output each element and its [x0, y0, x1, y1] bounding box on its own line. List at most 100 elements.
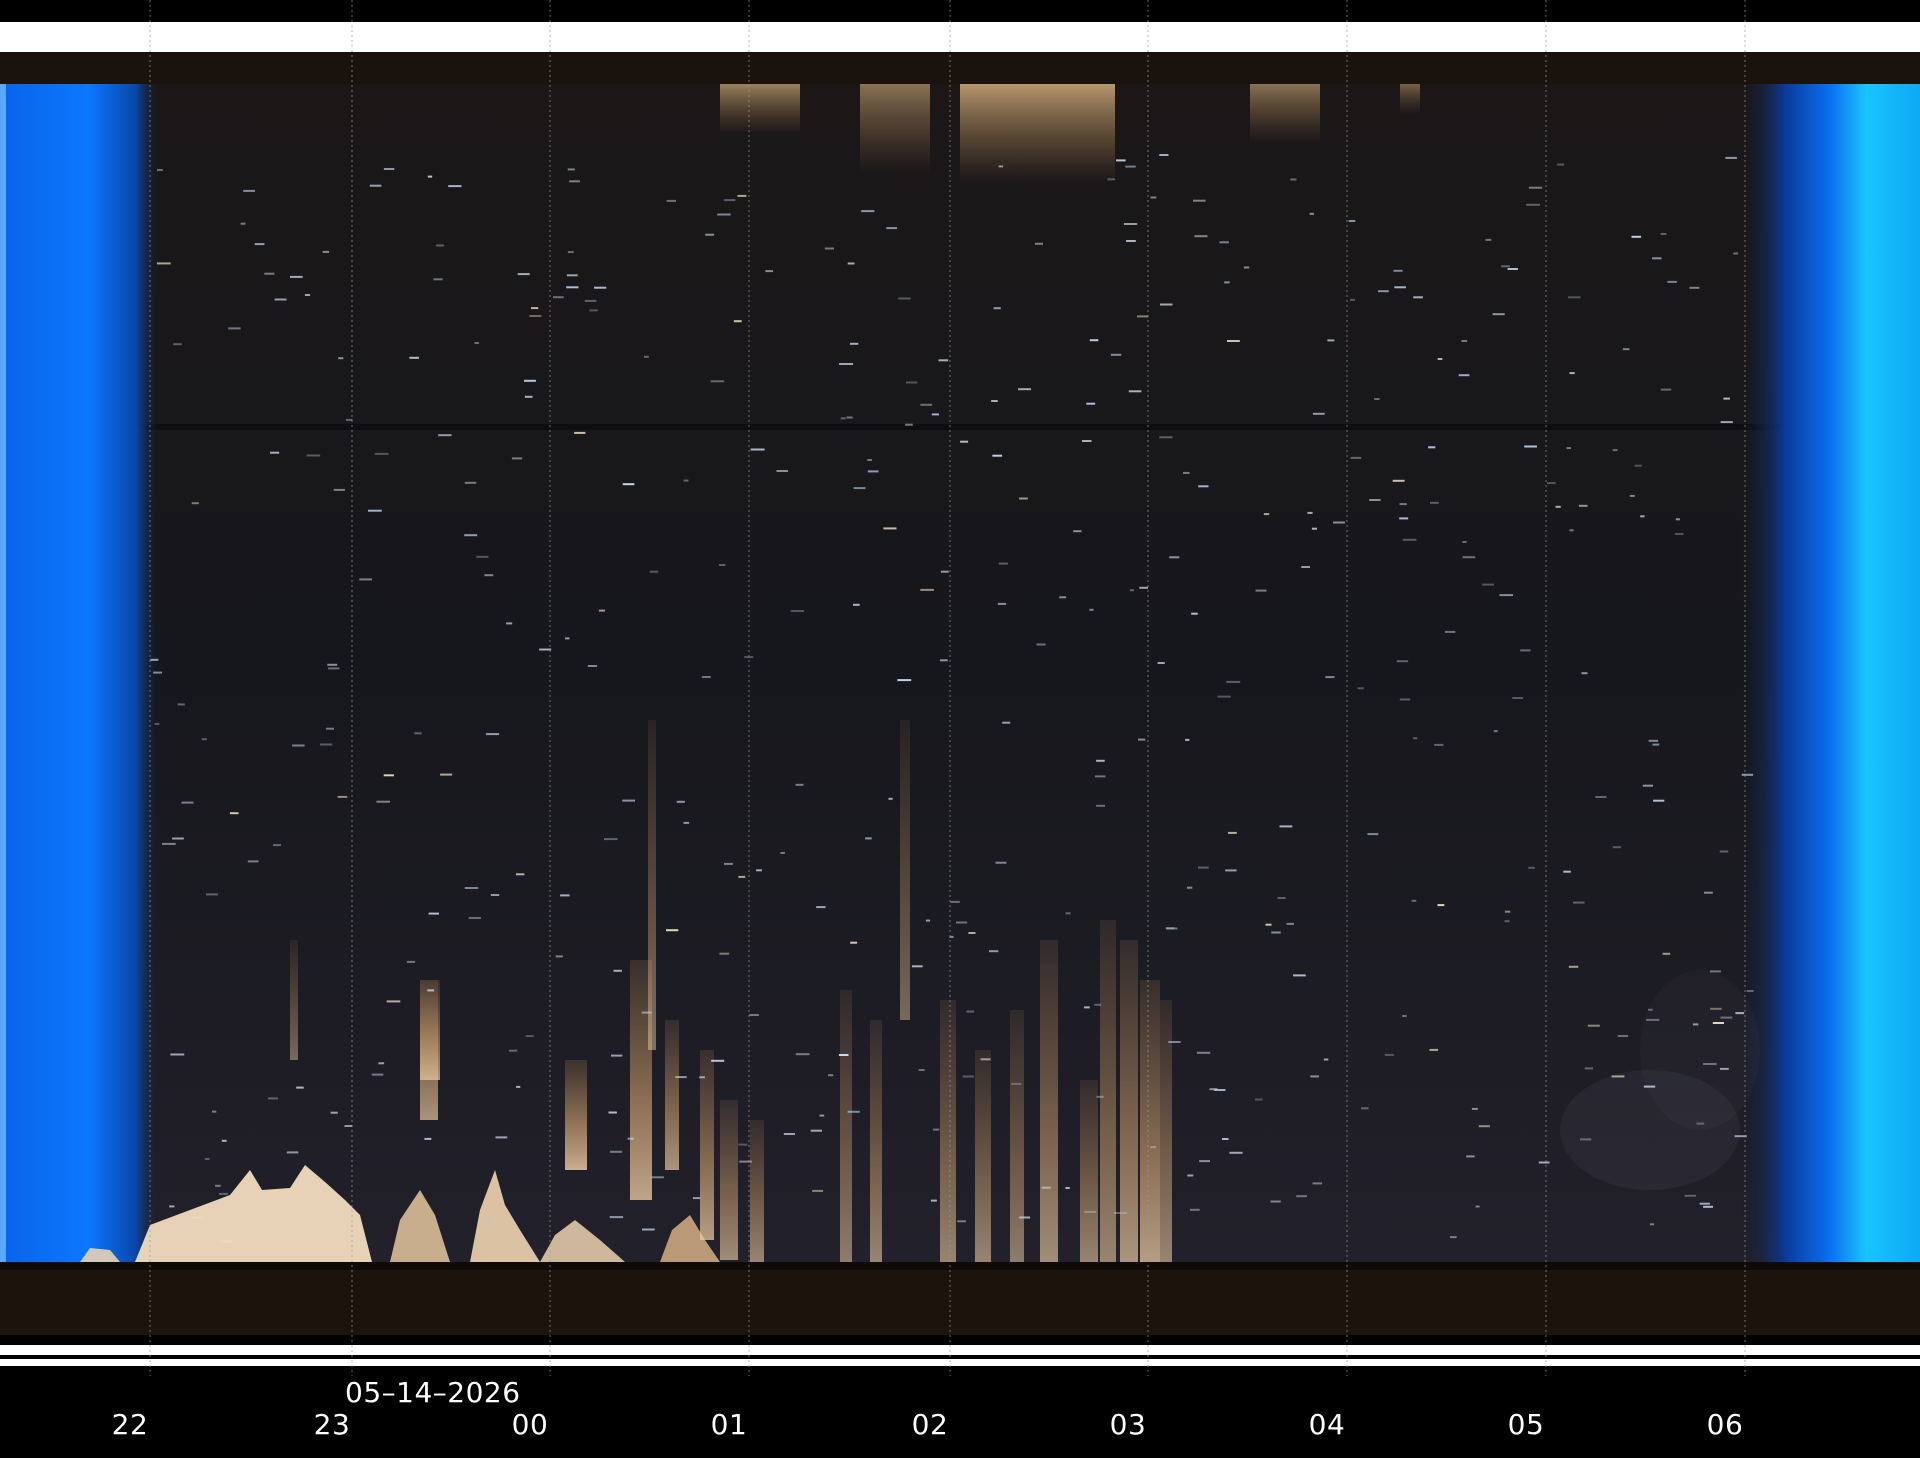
- star-trail: [717, 213, 731, 216]
- star-trail: [1720, 1016, 1733, 1019]
- star-trail: [1224, 281, 1230, 284]
- star-trail: [1430, 501, 1439, 504]
- star-trail: [795, 1053, 810, 1056]
- star-trail: [610, 1150, 623, 1153]
- star-trail: [1653, 799, 1665, 802]
- star-trail: [1367, 833, 1379, 836]
- star-trail: [192, 1216, 204, 1219]
- star-trail: [840, 417, 846, 420]
- hour-label: 22: [111, 1408, 149, 1441]
- star-trail: [850, 941, 858, 944]
- star-trail: [1733, 252, 1739, 255]
- star-trail: [485, 733, 500, 736]
- star-trail: [991, 400, 998, 402]
- star-trail: [566, 274, 578, 277]
- star-trail: [1507, 268, 1518, 270]
- star-trail: [692, 1197, 701, 1200]
- star-trail: [228, 327, 241, 330]
- hour-label: 03: [1109, 1408, 1147, 1441]
- star-trail: [867, 459, 872, 461]
- star-trail: [169, 1205, 175, 1208]
- star-trail: [338, 357, 344, 360]
- star-trail: [1217, 695, 1231, 698]
- star-trail: [506, 622, 513, 625]
- star-trail: [376, 800, 390, 803]
- star-trail: [181, 801, 194, 804]
- star-trail: [790, 610, 804, 612]
- star-trail: [1528, 866, 1535, 869]
- star-trail: [1198, 866, 1209, 869]
- star-trail: [1018, 388, 1031, 391]
- star-trail: [1089, 608, 1094, 611]
- star-trail: [888, 797, 893, 800]
- star-trail: [957, 1220, 966, 1223]
- star-trail: [286, 1151, 299, 1154]
- star-trail: [1357, 687, 1364, 690]
- star-trail: [1689, 286, 1700, 289]
- star-trail: [1199, 1160, 1210, 1163]
- star-trail: [1413, 296, 1423, 299]
- star-trail: [1703, 1063, 1717, 1065]
- star-trail: [1466, 1155, 1475, 1158]
- star-trail: [1034, 242, 1043, 245]
- star-trail: [609, 1216, 624, 1219]
- star-trail: [705, 233, 715, 236]
- star-trail: [1089, 339, 1099, 342]
- star-trail: [989, 950, 999, 953]
- star-trail: [960, 440, 969, 443]
- ground-band: [0, 1270, 1920, 1335]
- star-trail: [1646, 1018, 1660, 1021]
- star-trail: [374, 452, 389, 455]
- star-trail: [240, 222, 246, 225]
- star-trail: [738, 1143, 748, 1146]
- star-trail: [940, 659, 948, 662]
- star-trail: [1649, 1223, 1655, 1226]
- star-trail: [1219, 241, 1229, 244]
- star-trail: [1094, 1003, 1101, 1006]
- star-trail: [1150, 1146, 1157, 1149]
- star-trail: [1528, 186, 1543, 189]
- star-trail: [1437, 358, 1443, 360]
- star-trail: [1556, 163, 1565, 166]
- star-trail: [219, 1240, 232, 1243]
- star-trail: [1096, 759, 1105, 762]
- star-trail: [1437, 904, 1445, 907]
- star-trail: [567, 251, 574, 254]
- star-trail: [1394, 286, 1406, 289]
- star-trail: [574, 431, 586, 434]
- star-trail: [1703, 1205, 1713, 1208]
- star-trail: [268, 1097, 278, 1100]
- star-trail: [940, 570, 949, 573]
- star-trail: [611, 1054, 623, 1057]
- star-trail: [1209, 1088, 1218, 1091]
- star-trail: [1271, 931, 1281, 934]
- star-trail: [1150, 196, 1157, 199]
- star-trail: [1735, 1012, 1745, 1015]
- star-trail: [1444, 630, 1456, 633]
- star-trail: [274, 298, 287, 301]
- star-trail: [1642, 784, 1653, 787]
- star-trail: [172, 837, 184, 840]
- star-trail: [1312, 412, 1325, 415]
- evening-twilight: [0, 84, 160, 1264]
- star-trail: [371, 1073, 384, 1076]
- star-trail: [1226, 680, 1241, 683]
- star-trail: [369, 184, 382, 187]
- star-trail: [476, 555, 489, 558]
- star-trail: [436, 244, 444, 247]
- star-trail: [509, 1049, 518, 1052]
- star-trail: [776, 470, 788, 472]
- star-trail: [1629, 494, 1635, 497]
- star-trail: [1584, 1067, 1593, 1070]
- star-trail: [1325, 676, 1335, 679]
- star-trail: [383, 168, 395, 170]
- star-trail: [273, 844, 281, 847]
- star-trail: [1125, 165, 1136, 168]
- star-trail: [206, 893, 218, 896]
- star-trail: [524, 395, 533, 398]
- star-trail: [1652, 743, 1660, 746]
- star-trail: [1019, 497, 1028, 500]
- star-trail: [511, 457, 523, 460]
- top-white-band: [0, 22, 1920, 52]
- star-trail: [920, 588, 934, 591]
